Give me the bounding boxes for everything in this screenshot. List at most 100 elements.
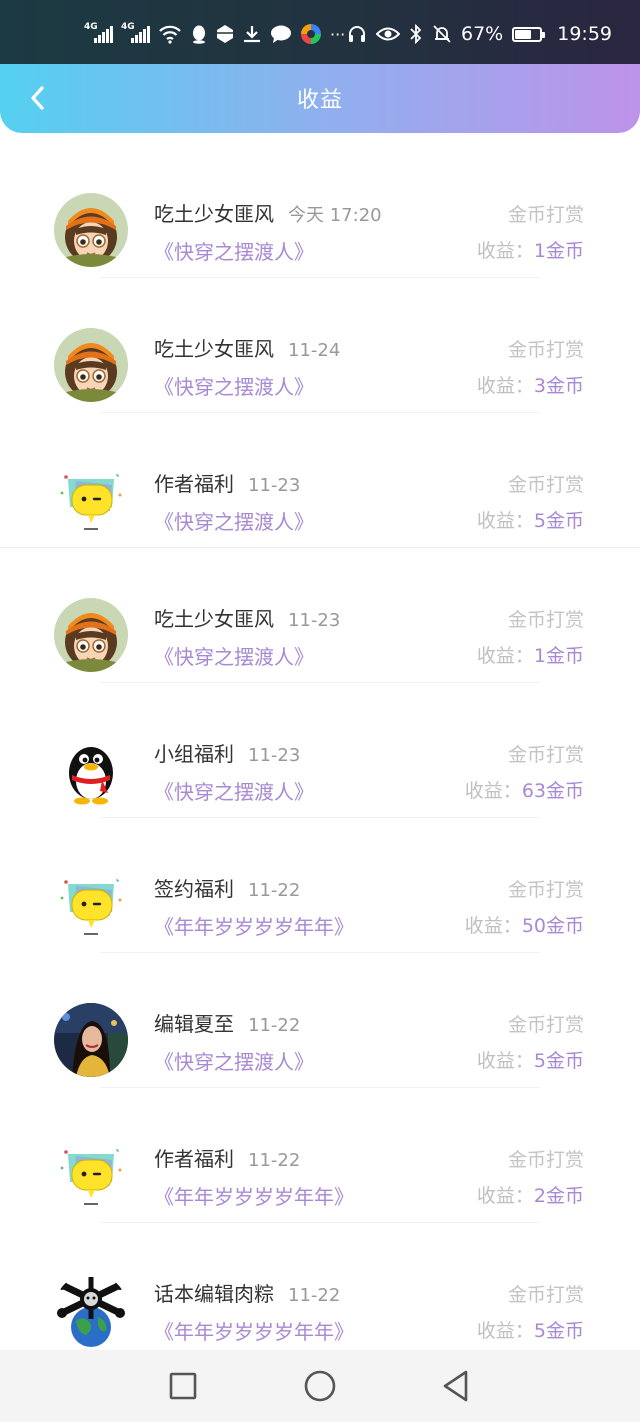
book-title-link[interactable]: 《年年岁岁岁岁年年》: [154, 1316, 354, 1345]
book-title-link[interactable]: 《年年岁岁岁岁年年》: [154, 1181, 354, 1210]
avatar[interactable]: [54, 598, 128, 672]
more-notifications: ···: [330, 24, 346, 44]
earnings-amount: 3金币: [533, 375, 584, 397]
earnings-amount: 5金币: [533, 510, 584, 532]
earnings-label: 收益：: [476, 1320, 534, 1342]
timestamp: 11-22: [248, 1150, 301, 1171]
circle-icon: [304, 1370, 336, 1402]
sender-name: 话本编辑肉粽: [154, 1282, 274, 1306]
reward-type: 金币打赏: [507, 609, 584, 631]
book-title-link[interactable]: 《快穿之摆渡人》: [154, 641, 314, 670]
home-button[interactable]: [298, 1366, 342, 1406]
sender-name: 吃土少女匪风: [154, 202, 274, 226]
earnings-label: 收益：: [476, 1185, 534, 1207]
earnings-amount: 1金币: [533, 240, 584, 262]
colorful-app-icon: [300, 23, 322, 45]
earnings-label: 收益：: [476, 375, 534, 397]
app-notification-icon: [216, 24, 234, 44]
income-item[interactable]: 吃土少女匪风 11-24 《快穿之摆渡人》 金币打赏 收益：3金币: [0, 278, 640, 413]
income-item[interactable]: 小组福利 11-23 《快穿之摆渡人》 金币打赏收益：63金币: [0, 683, 640, 818]
earnings-amount: 2金币: [533, 1185, 584, 1207]
earnings-amount: 5金币: [533, 1320, 584, 1342]
sender-name: 作者福利: [154, 472, 234, 496]
timestamp: 11-22: [248, 880, 301, 901]
reward-type: 金币打赏: [507, 1149, 584, 1171]
mute-bell-icon: [432, 24, 452, 44]
income-item[interactable]: 作者福利 11-22 《年年岁岁岁岁年年》 金币打赏 收益：2金币: [0, 1088, 640, 1223]
earnings: 收益：2金币: [477, 1181, 584, 1208]
avatar[interactable]: [54, 1273, 128, 1347]
avatar[interactable]: [54, 868, 128, 942]
book-title-link[interactable]: 《年年岁岁岁岁年年》: [154, 911, 354, 940]
sender-name: 吃土少女匪风: [154, 337, 274, 361]
earnings: 收益：5金币: [477, 506, 584, 533]
qq-icon: [190, 24, 208, 44]
signal-4g-icon: 4G: [121, 22, 150, 43]
reward-type: 金币打赏: [507, 1014, 584, 1036]
earnings-label: 收益：: [476, 645, 534, 667]
download-icon: [242, 24, 262, 44]
timestamp: 今天 17:20: [288, 205, 382, 226]
recent-apps-button[interactable]: [161, 1366, 205, 1406]
status-bar: 4G 4G ··· 67% 19:59: [0, 0, 640, 64]
income-item[interactable]: 签约福利 11-22 《年年岁岁岁岁年年》 金币打赏收益：50金币: [0, 818, 640, 953]
book-title-link[interactable]: 《快穿之摆渡人》: [154, 1046, 314, 1075]
earnings-amount: 5金币: [533, 1050, 584, 1072]
earnings: 收益：50金币: [465, 911, 584, 938]
reward-type: 金币打赏: [507, 879, 584, 901]
page-title: 收益: [296, 88, 343, 113]
reward-type: 金币打赏: [507, 204, 584, 226]
message-icon: [270, 24, 292, 44]
system-nav-bar: [0, 1350, 640, 1422]
sender-name: 小组福利: [154, 742, 234, 766]
avatar[interactable]: [54, 1138, 128, 1212]
earnings: 收益：1金币: [477, 641, 584, 668]
sender-name: 吃土少女匪风: [154, 607, 274, 631]
wifi-icon: [158, 24, 182, 44]
earnings: 收益：1金币: [477, 236, 584, 263]
timestamp: 11-23: [248, 475, 301, 496]
sender-name: 编辑夏至: [154, 1012, 234, 1036]
earnings-label: 收益：: [476, 1050, 534, 1072]
sender-name: 签约福利: [154, 877, 234, 901]
income-item[interactable]: 吃土少女匪风 今天 17:20 《快穿之摆渡人》 金币打赏收益：1金币: [0, 143, 640, 278]
book-title-link[interactable]: 《快穿之摆渡人》: [154, 371, 314, 400]
earnings-label: 收益：: [476, 240, 534, 262]
eye-icon: [376, 25, 400, 43]
reward-type: 金币打赏: [507, 744, 584, 766]
income-item[interactable]: 话本编辑肉粽 11-22 《年年岁岁岁岁年年》 金币打赏收益：5金币: [0, 1223, 640, 1358]
avatar[interactable]: [54, 328, 128, 402]
timestamp: 11-22: [288, 1285, 341, 1306]
income-item[interactable]: 作者福利 11-23 《快穿之摆渡人》 金币打赏收益：5金币: [0, 413, 640, 548]
headphones-icon: [347, 24, 367, 44]
earnings-amount: 63金币: [521, 780, 584, 802]
avatar[interactable]: [54, 1003, 128, 1077]
earnings: 收益：3金币: [477, 371, 584, 398]
earnings-amount: 50金币: [521, 915, 584, 937]
timestamp: 11-23: [288, 610, 341, 631]
clock: 19:59: [557, 23, 612, 45]
earnings-label: 收益：: [464, 780, 522, 802]
earnings-amount: 1金币: [533, 645, 584, 667]
signal-4g-icon: 4G: [84, 22, 113, 43]
avatar[interactable]: [54, 733, 128, 807]
book-title-link[interactable]: 《快穿之摆渡人》: [154, 776, 314, 805]
earnings: 收益：5金币: [477, 1316, 584, 1343]
earnings: 收益：63金币: [465, 776, 584, 803]
timestamp: 11-24: [288, 340, 341, 361]
earnings: 收益：5金币: [477, 1046, 584, 1073]
income-list: 吃土少女匪风 今天 17:20 《快穿之摆渡人》 金币打赏 收益：1金币 吃土少女匪风 11…: [0, 143, 640, 1358]
timestamp: 11-23: [248, 745, 301, 766]
back-nav-button[interactable]: [434, 1366, 478, 1406]
earnings-label: 收益：: [476, 510, 534, 532]
avatar[interactable]: [54, 193, 128, 267]
battery-icon: [512, 26, 546, 42]
triangle-back-icon: [443, 1370, 468, 1402]
reward-type: 金币打赏: [507, 474, 584, 496]
avatar[interactable]: [54, 463, 128, 537]
book-title-link[interactable]: 《快穿之摆渡人》: [154, 506, 314, 535]
book-title-link[interactable]: 《快穿之摆渡人》: [154, 236, 314, 265]
income-item[interactable]: 吃土少女匪风 11-23 《快穿之摆渡人》 金币打赏收益：1金币: [0, 548, 640, 683]
income-item[interactable]: 编辑夏至 11-22 《快穿之摆渡人》 金币打赏 收益：5金币: [0, 953, 640, 1088]
reward-type: 金币打赏: [507, 1284, 584, 1306]
